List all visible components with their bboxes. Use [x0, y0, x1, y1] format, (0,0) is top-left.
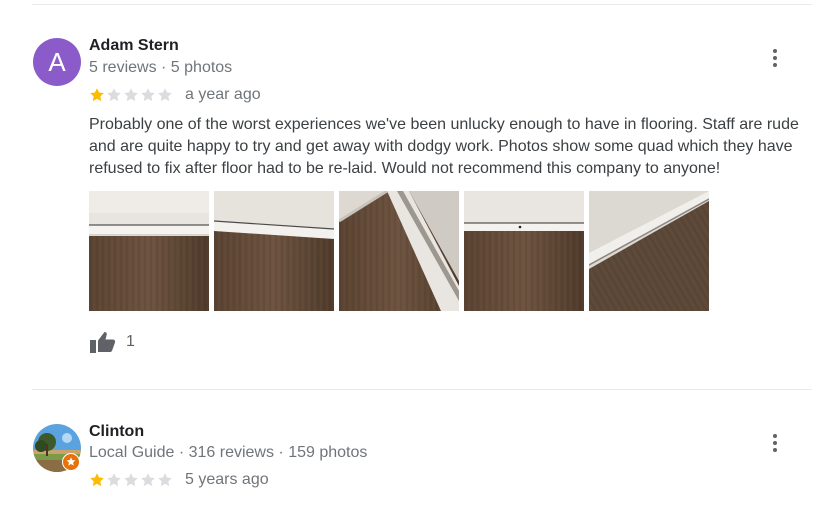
star-filled-icon [90, 473, 104, 487]
review-text: Probably one of the worst experiences we… [89, 116, 799, 177]
more-vert-dot [773, 448, 777, 452]
review-photo[interactable] [589, 191, 709, 311]
reviewer-meta[interactable]: Local Guide · 316 reviews · 159 photos [89, 444, 367, 462]
star-rating [89, 87, 173, 103]
reviewer-name[interactable]: Adam Stern [89, 37, 179, 55]
star-empty-icon [124, 473, 138, 487]
avatar-letter: A [48, 46, 66, 77]
review-photos [89, 191, 709, 311]
top-divider [32, 4, 812, 5]
more-vert-dot [773, 63, 777, 67]
like-button[interactable]: 1 [89, 330, 135, 354]
review-photo[interactable] [89, 191, 209, 311]
review-time: 5 years ago [185, 471, 269, 488]
local-guide-badge-icon [63, 454, 79, 470]
star-empty-icon [107, 88, 121, 102]
more-vert-dot [773, 56, 777, 60]
star-empty-icon [158, 473, 172, 487]
more-vert-icon [773, 49, 777, 53]
review-photo[interactable] [339, 191, 459, 311]
star-empty-icon [141, 473, 155, 487]
local-guide-badge [62, 453, 80, 471]
review-photo[interactable] [214, 191, 334, 311]
rating-row: 5 years ago [89, 471, 269, 489]
star-filled-icon [90, 88, 104, 102]
review-photo[interactable] [464, 191, 584, 311]
review-time: a year ago [185, 86, 261, 103]
more-vert-icon [773, 434, 777, 438]
star-empty-icon [141, 88, 155, 102]
thumb-up-icon [90, 332, 116, 353]
star-empty-icon [124, 88, 138, 102]
like-count: 1 [126, 333, 135, 350]
star-rating [89, 472, 173, 488]
more-options-button[interactable] [765, 431, 785, 455]
more-options-button[interactable] [765, 46, 785, 70]
avatar[interactable]: A [33, 38, 81, 86]
more-vert-dot [773, 441, 777, 445]
star-empty-icon [158, 88, 172, 102]
review-divider [32, 389, 812, 390]
rating-row: a year ago [89, 86, 261, 104]
reviewer-meta[interactable]: 5 reviews · 5 photos [89, 59, 232, 77]
reviewer-name[interactable]: Clinton [89, 423, 144, 441]
star-empty-icon [107, 473, 121, 487]
